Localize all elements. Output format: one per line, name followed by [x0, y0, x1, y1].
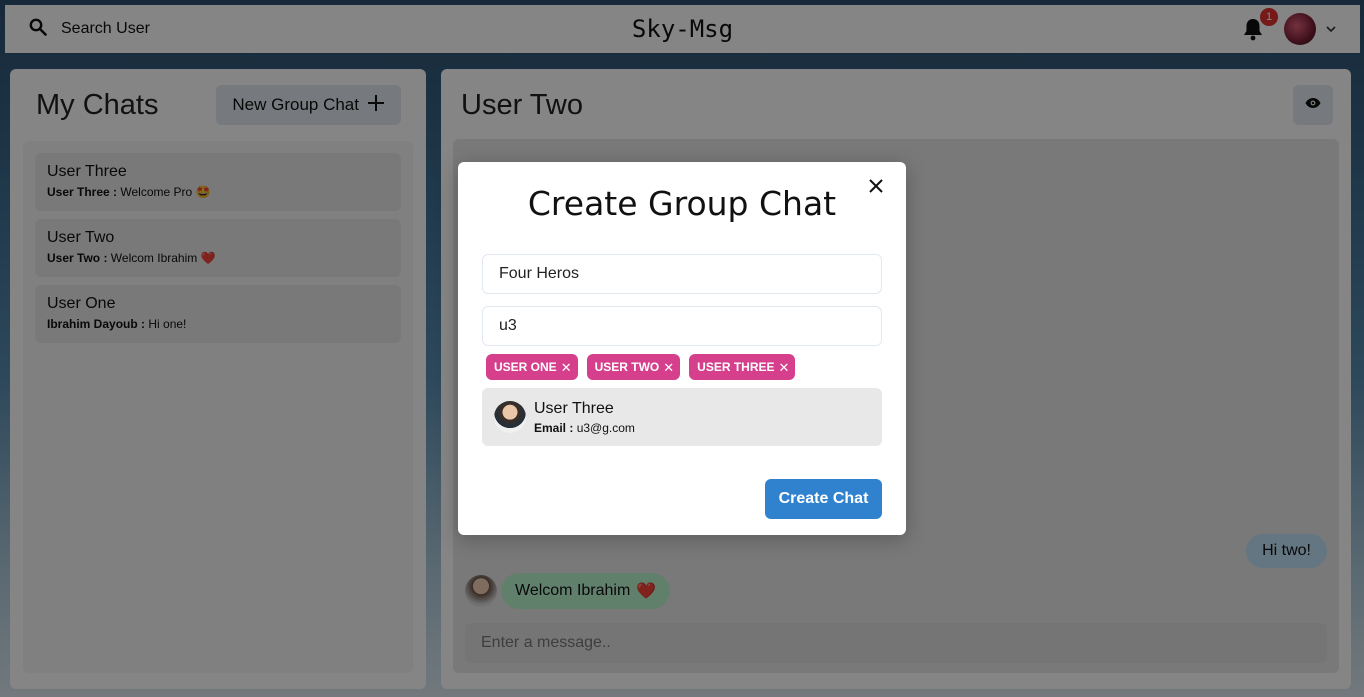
selected-users: USER ONE ✕ USER TWO ✕ USER THREE ✕ [482, 354, 882, 380]
group-name-input[interactable]: Four Heros [482, 254, 882, 294]
result-user-name: User Three [534, 399, 614, 417]
result-user-email: Email : u3@g.com [534, 420, 635, 435]
close-icon [869, 178, 883, 198]
remove-icon[interactable]: ✕ [779, 361, 790, 374]
close-button[interactable] [864, 176, 888, 200]
modal-title: Create Group Chat [527, 184, 837, 223]
user-tag[interactable]: USER TWO ✕ [586, 354, 681, 380]
add-users-input[interactable]: u3 [482, 306, 882, 346]
user-tag[interactable]: USER ONE ✕ [486, 354, 578, 380]
avatar [494, 401, 526, 433]
user-tag[interactable]: USER THREE ✕ [689, 354, 796, 380]
user-search-result[interactable]: User Three Email : u3@g.com [482, 388, 882, 446]
create-chat-button[interactable]: Create Chat [765, 479, 882, 519]
remove-icon[interactable]: ✕ [663, 361, 674, 374]
create-group-chat-modal: Create Group Chat Four Heros u3 USER ONE… [458, 162, 906, 535]
remove-icon[interactable]: ✕ [561, 361, 572, 374]
